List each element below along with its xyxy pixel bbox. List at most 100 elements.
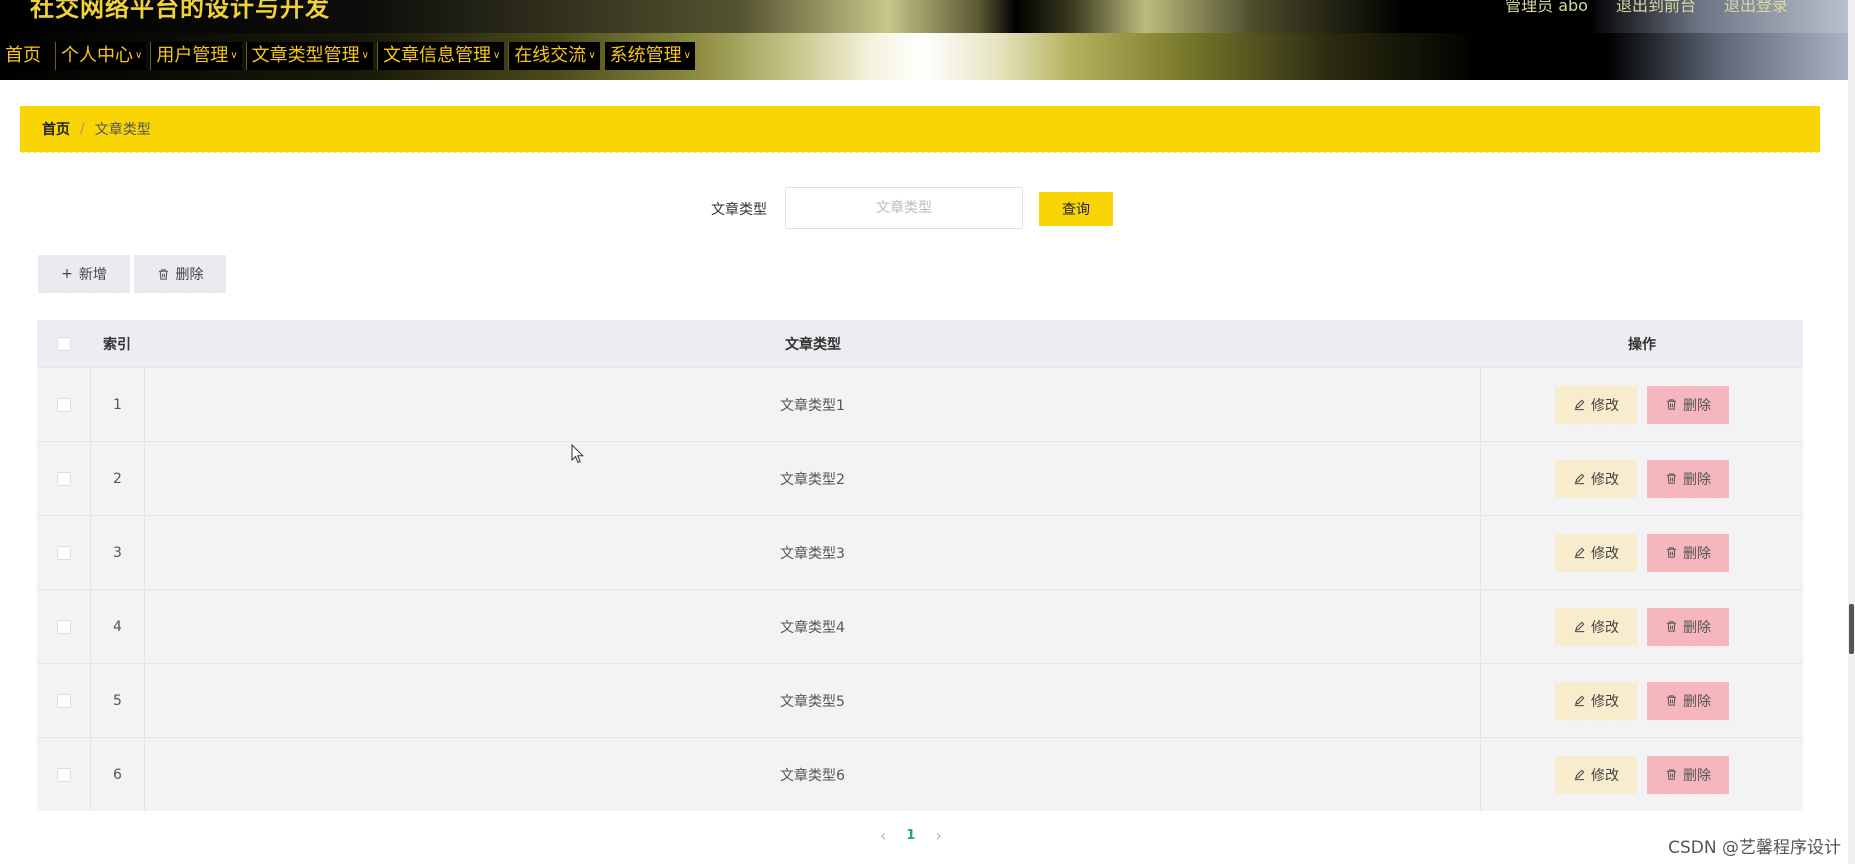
breadcrumb-home[interactable]: 首页 (42, 119, 70, 139)
row-actions: 修改 删除 (1481, 590, 1803, 663)
row-actions: 修改 删除 (1481, 368, 1803, 441)
row-check-cell (37, 442, 91, 515)
edit-label: 修改 (1591, 767, 1619, 784)
nav-label: 系统管理 (609, 45, 682, 66)
edit-button[interactable]: 修改 (1555, 459, 1637, 501)
delete-button[interactable]: 删除 (1647, 755, 1729, 797)
edit-label: 修改 (1591, 471, 1619, 488)
batch-delete-button[interactable]: 删除 (134, 255, 226, 296)
table-body: 1 文章类型1 修改 删除 2 文章类型2 修改 删除 3 文章类型3 修改 删… (37, 367, 1803, 811)
add-label: 新增 (78, 267, 107, 283)
edit-button[interactable]: 修改 (1555, 607, 1637, 649)
next-page-button[interactable]: › (935, 826, 941, 845)
table-row: 2 文章类型2 修改 删除 (37, 441, 1803, 515)
header-check-cell (37, 320, 91, 367)
chevron-down-icon: ∨ (230, 50, 238, 61)
select-all-checkbox[interactable] (57, 336, 71, 351)
trash-icon (1666, 621, 1677, 632)
table-header: 索引 文章类型 操作 (37, 320, 1803, 367)
nav-label: 首页 (5, 45, 41, 66)
row-checkbox[interactable] (56, 619, 71, 634)
delete-label: 删除 (1683, 693, 1711, 710)
query-button[interactable]: 查询 (1039, 192, 1113, 229)
nav-item-article-types[interactable]: 文章类型管理 ∨ (245, 42, 373, 70)
row-check-cell (37, 738, 91, 811)
trash-icon (1666, 547, 1677, 558)
edit-button[interactable]: 修改 (1555, 385, 1637, 427)
row-checkbox[interactable] (56, 545, 71, 560)
nav-item-personal[interactable]: 个人中心 ∨ (55, 42, 147, 70)
plus-icon: + (61, 266, 73, 282)
delete-label: 删除 (1683, 619, 1711, 636)
row-actions: 修改 删除 (1481, 664, 1803, 737)
delete-label: 删除 (1683, 545, 1711, 562)
row-checkbox[interactable] (56, 693, 71, 708)
row-index: 3 (91, 516, 145, 589)
nav-item-chat[interactable]: 在线交流 ∨ (508, 42, 600, 70)
row-actions: 修改 删除 (1481, 442, 1803, 515)
column-header-ops: 操作 (1628, 336, 1656, 353)
delete-label: 删除 (1683, 767, 1711, 784)
edit-button[interactable]: 修改 (1555, 533, 1637, 575)
edit-label: 修改 (1591, 619, 1619, 636)
row-checkbox[interactable] (56, 397, 71, 412)
trash-icon (1666, 473, 1677, 484)
page-number-1[interactable]: 1 (906, 828, 915, 843)
pencil-icon (1574, 769, 1585, 781)
nav-item-home[interactable]: 首页 (0, 42, 51, 70)
row-checkbox[interactable] (56, 471, 71, 486)
chevron-down-icon: ∨ (135, 50, 143, 61)
nav-label: 在线交流 (514, 45, 587, 66)
pencil-icon (1574, 621, 1585, 633)
row-check-cell (37, 516, 91, 589)
trash-icon (158, 268, 168, 280)
row-actions: 修改 删除 (1481, 516, 1803, 589)
edit-button[interactable]: 修改 (1555, 681, 1637, 723)
delete-label: 删除 (1683, 471, 1711, 488)
page-scrollbar[interactable] (1848, 0, 1855, 864)
breadcrumb-current: 文章类型 (94, 122, 151, 138)
row-check-cell (37, 368, 91, 441)
pencil-icon (1574, 399, 1585, 411)
row-index: 2 (91, 442, 145, 515)
edit-button[interactable]: 修改 (1555, 755, 1637, 797)
top-links: 管理员 abo 退出到前台 退出登录 (1505, 0, 1788, 16)
row-index: 5 (91, 664, 145, 737)
row-type: 文章类型2 (145, 442, 1481, 515)
search-label: 文章类型 (711, 202, 767, 218)
delete-button[interactable]: 删除 (1647, 533, 1729, 575)
pencil-icon (1574, 547, 1585, 559)
watermark: CSDN @艺馨程序设计 (1668, 838, 1841, 858)
nav-label: 个人中心 (61, 45, 133, 66)
column-header-type: 文章类型 (785, 336, 841, 353)
table-row: 1 文章类型1 修改 删除 (37, 367, 1803, 441)
delete-button[interactable]: 删除 (1647, 607, 1729, 649)
search-input[interactable] (785, 187, 1023, 229)
nav-label: 文章类型管理 (251, 45, 360, 66)
logout-link[interactable]: 退出登录 (1724, 0, 1788, 16)
add-button[interactable]: + 新增 (38, 255, 130, 296)
row-type: 文章类型6 (145, 738, 1481, 811)
breadcrumb-separator: / (80, 121, 85, 137)
delete-button[interactable]: 删除 (1647, 459, 1729, 501)
delete-button[interactable]: 删除 (1647, 385, 1729, 427)
scrollbar-thumb[interactable] (1849, 604, 1854, 654)
row-index: 1 (91, 368, 145, 441)
current-user-label: 管理员 abo (1505, 0, 1588, 15)
nav-label: 文章信息管理 (382, 45, 491, 66)
delete-label: 删除 (1683, 397, 1711, 414)
table-row: 6 文章类型6 修改 删除 (37, 737, 1803, 811)
row-actions: 修改 删除 (1481, 738, 1803, 811)
row-checkbox[interactable] (56, 767, 71, 782)
row-type: 文章类型3 (145, 516, 1481, 589)
breadcrumb: 首页 / 文章类型 (20, 106, 1820, 156)
nav-item-users[interactable]: 用户管理 ∨ (150, 42, 242, 70)
delete-button[interactable]: 删除 (1647, 681, 1729, 723)
pencil-icon (1574, 473, 1585, 485)
pencil-icon (1574, 695, 1585, 707)
table-row: 3 文章类型3 修改 删除 (37, 515, 1803, 589)
front-link[interactable]: 退出到前台 (1616, 0, 1696, 16)
prev-page-button[interactable]: ‹ (880, 826, 886, 845)
nav-item-system[interactable]: 系统管理 ∨ (603, 42, 695, 70)
nav-item-articles[interactable]: 文章信息管理 ∨ (376, 42, 505, 70)
